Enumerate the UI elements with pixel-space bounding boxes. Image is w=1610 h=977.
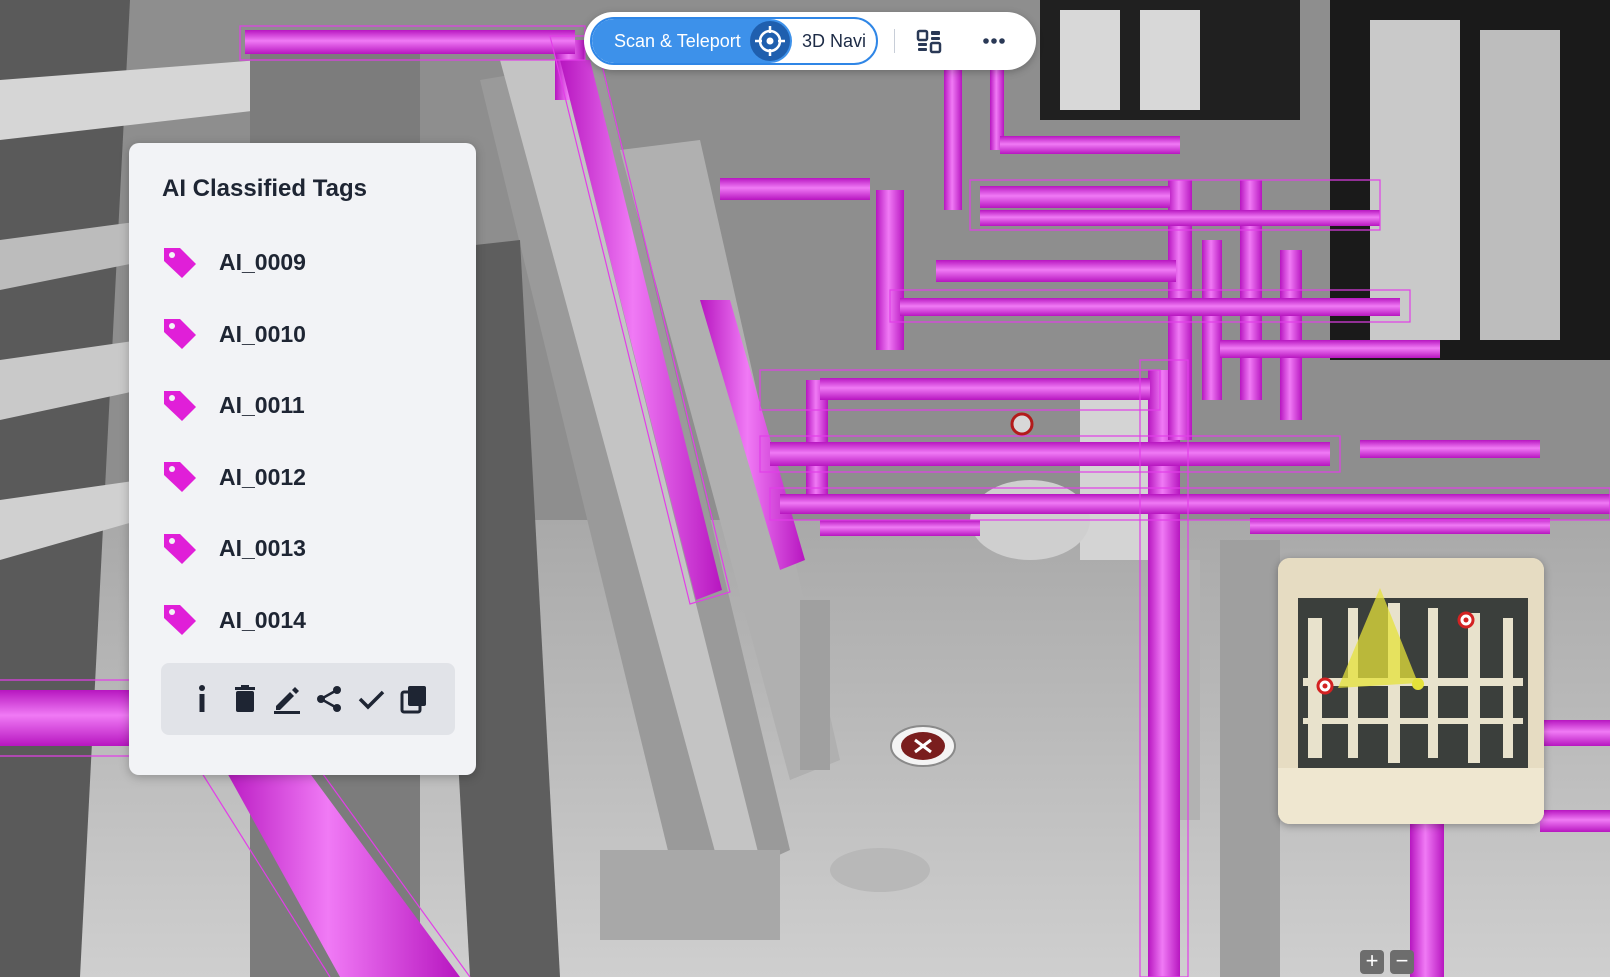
check-icon[interactable] (356, 682, 386, 716)
minimap[interactable] (1278, 558, 1544, 824)
top-toolbar: Scan & Teleport 3D Navi (584, 12, 1036, 70)
tag-icon (164, 462, 196, 493)
delete-icon[interactable] (230, 682, 260, 716)
tag-label: AI_0013 (219, 535, 306, 562)
share-icon[interactable] (314, 682, 344, 716)
tag-list-item[interactable]: AI_0013 (161, 517, 451, 589)
more-options-icon[interactable] (976, 26, 1012, 56)
tag-label: AI_0009 (219, 249, 306, 276)
3d-navi-mode-button[interactable]: 3D Navi (802, 19, 866, 63)
tag-label: AI_0014 (219, 606, 306, 633)
tag-icon (164, 533, 196, 564)
tag-list-item[interactable]: AI_0010 (161, 303, 451, 375)
toolbar-divider (894, 29, 895, 53)
copy-icon[interactable] (399, 682, 429, 716)
teleport-marker-icon[interactable] (889, 724, 957, 768)
tag-label: AI_0011 (219, 392, 305, 419)
panel-title: AI Classified Tags (162, 175, 367, 202)
tag-icon (164, 319, 196, 350)
tag-label: AI_0012 (219, 463, 306, 490)
grid-view-icon[interactable] (914, 26, 944, 56)
tag-action-toolbar (161, 663, 455, 735)
zoom-in-button[interactable]: + (1360, 950, 1384, 974)
map-zoom-controls: + − (1360, 950, 1418, 977)
zoom-out-button[interactable]: − (1390, 950, 1414, 974)
navigation-mode-toggle[interactable]: Scan & Teleport 3D Navi (590, 17, 878, 65)
tag-list-item[interactable]: AI_0012 (161, 446, 451, 518)
tag-icon (164, 247, 196, 278)
tag-list-item[interactable]: AI_0011 (161, 374, 451, 446)
crosshair-icon (750, 21, 790, 61)
tag-list-item[interactable]: AI_0009 (161, 231, 451, 303)
info-icon[interactable] (187, 682, 217, 716)
tag-icon (164, 390, 196, 421)
tag-list: AI_0009 AI_0010 AI_0011 AI_0012 AI_0013 … (161, 231, 451, 660)
tag-list-item[interactable]: AI_0014 (161, 589, 451, 661)
scan-teleport-label: Scan & Teleport (614, 31, 741, 51)
edit-icon[interactable] (272, 682, 302, 716)
ai-tags-panel: AI Classified Tags AI_0009 AI_0010 AI_00… (129, 143, 476, 775)
tag-label: AI_0010 (219, 320, 306, 347)
tag-icon (164, 605, 196, 636)
